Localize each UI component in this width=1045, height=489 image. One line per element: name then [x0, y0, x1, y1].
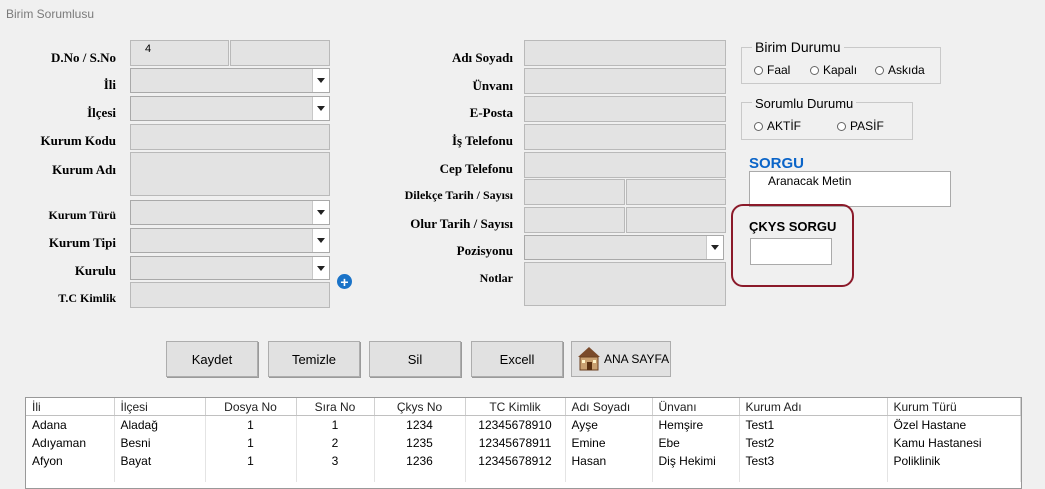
ana-sayfa-label: ANA SAYFA [604, 352, 670, 366]
column-header-dosya-no[interactable]: Dosya No [205, 398, 297, 416]
table-header-row: İli İlçesi Dosya No Sıra No Çkys No TC K… [26, 398, 1021, 416]
olur-tarih-field[interactable] [524, 207, 625, 233]
sorumlu-durumu-group: Sorumlu Durumu AKTİF PASİF [741, 96, 913, 140]
is-telefonu-field[interactable] [524, 124, 726, 150]
column-header-kurum-adi[interactable]: Kurum Adı [739, 398, 888, 416]
ana-sayfa-button[interactable]: ANA SAYFA [571, 341, 671, 377]
notlar-field[interactable] [524, 262, 726, 306]
pozisyon-label: Pozisyonu [456, 243, 513, 258]
radio-kapali[interactable]: Kapalı [810, 63, 857, 77]
column-header-ckys-no[interactable]: Çkys No [374, 398, 466, 416]
radio-circle-icon[interactable] [837, 121, 846, 131]
column-header-kurum-turu[interactable]: Kurum Türü [887, 398, 1021, 416]
table-row[interactable]: Adana Aladağ 1 1 1234 12345678910 Ayşe H… [26, 415, 1021, 434]
is-telefonu-label: İş Telefonu [451, 133, 513, 148]
sorumlu-durumu-title: Sorumlu Durumu [752, 96, 857, 111]
unvani-label: Ünvanı [472, 78, 513, 93]
pozisyon-combo[interactable] [524, 235, 724, 260]
column-header-il[interactable]: İli [26, 398, 115, 416]
sil-button[interactable]: Sil [369, 341, 461, 377]
adi-soyadi-field[interactable] [524, 40, 726, 66]
radio-circle-icon[interactable] [810, 65, 819, 75]
radio-circle-icon[interactable] [875, 65, 884, 75]
column-header-unvani[interactable]: Ünvanı [652, 398, 740, 416]
kaydet-button[interactable]: Kaydet [166, 341, 258, 377]
temizle-button[interactable]: Temizle [268, 341, 360, 377]
olur-sayi-field[interactable] [626, 207, 726, 233]
table-row[interactable] [26, 470, 1021, 482]
tc-kimlik-label: T.C Kimlik [58, 291, 116, 305]
eposta-label: E-Posta [469, 105, 513, 120]
birim-durumu-group: Birim Durumu Faal Kapalı Askıda [741, 39, 941, 84]
adi-soyadi-label: Adı Soyadı [451, 50, 513, 65]
olur-label: Olur Tarih / Sayısı [410, 216, 513, 231]
eposta-field[interactable] [524, 96, 726, 122]
data-grid[interactable]: İli İlçesi Dosya No Sıra No Çkys No TC K… [25, 397, 1022, 489]
table-row[interactable]: Adıyaman Besni 1 2 1235 12345678911 Emin… [26, 434, 1021, 452]
ckys-sorgu-box: ÇKYS SORGU [731, 204, 854, 287]
radio-circle-icon[interactable] [754, 121, 763, 131]
column-header-ilce[interactable]: İlçesi [114, 398, 206, 416]
cep-telefonu-field[interactable] [524, 152, 726, 178]
dilekce-sayi-field[interactable] [626, 179, 726, 205]
radio-askida[interactable]: Askıda [875, 63, 925, 77]
window-title: Birim Sorumlusu [6, 7, 95, 21]
notlar-label: Notlar [479, 271, 513, 285]
birim-durumu-title: Birim Durumu [752, 39, 844, 55]
radio-aktif[interactable]: AKTİF [754, 119, 801, 133]
radio-pasif[interactable]: PASİF [837, 119, 884, 133]
unvani-field[interactable] [524, 68, 726, 94]
column-header-sira-no[interactable]: Sıra No [296, 398, 375, 416]
ckys-sorgu-title: ÇKYS SORGU [749, 219, 837, 234]
dilekce-label: Dilekçe Tarih / Sayısı [404, 188, 513, 202]
sorgu-textbox[interactable]: Aranacak Metin [749, 171, 951, 207]
home-icon [578, 347, 600, 371]
radio-circle-icon[interactable] [754, 65, 763, 75]
sorgu-title: SORGU [749, 155, 805, 172]
table-row[interactable]: Afyon Bayat 1 3 1236 12345678912 Hasan D… [26, 452, 1021, 470]
ckys-input[interactable] [750, 238, 832, 265]
cep-telefonu-label: Cep Telefonu [439, 161, 513, 176]
column-header-tc-kimlik[interactable]: TC Kimlik [465, 398, 566, 416]
dilekce-tarih-field[interactable] [524, 179, 625, 205]
excell-button[interactable]: Excell [471, 341, 563, 377]
radio-faal[interactable]: Faal [754, 63, 790, 77]
chevron-down-icon[interactable] [706, 236, 723, 259]
column-header-adi-soyadi[interactable]: Adı Soyadı [565, 398, 653, 416]
